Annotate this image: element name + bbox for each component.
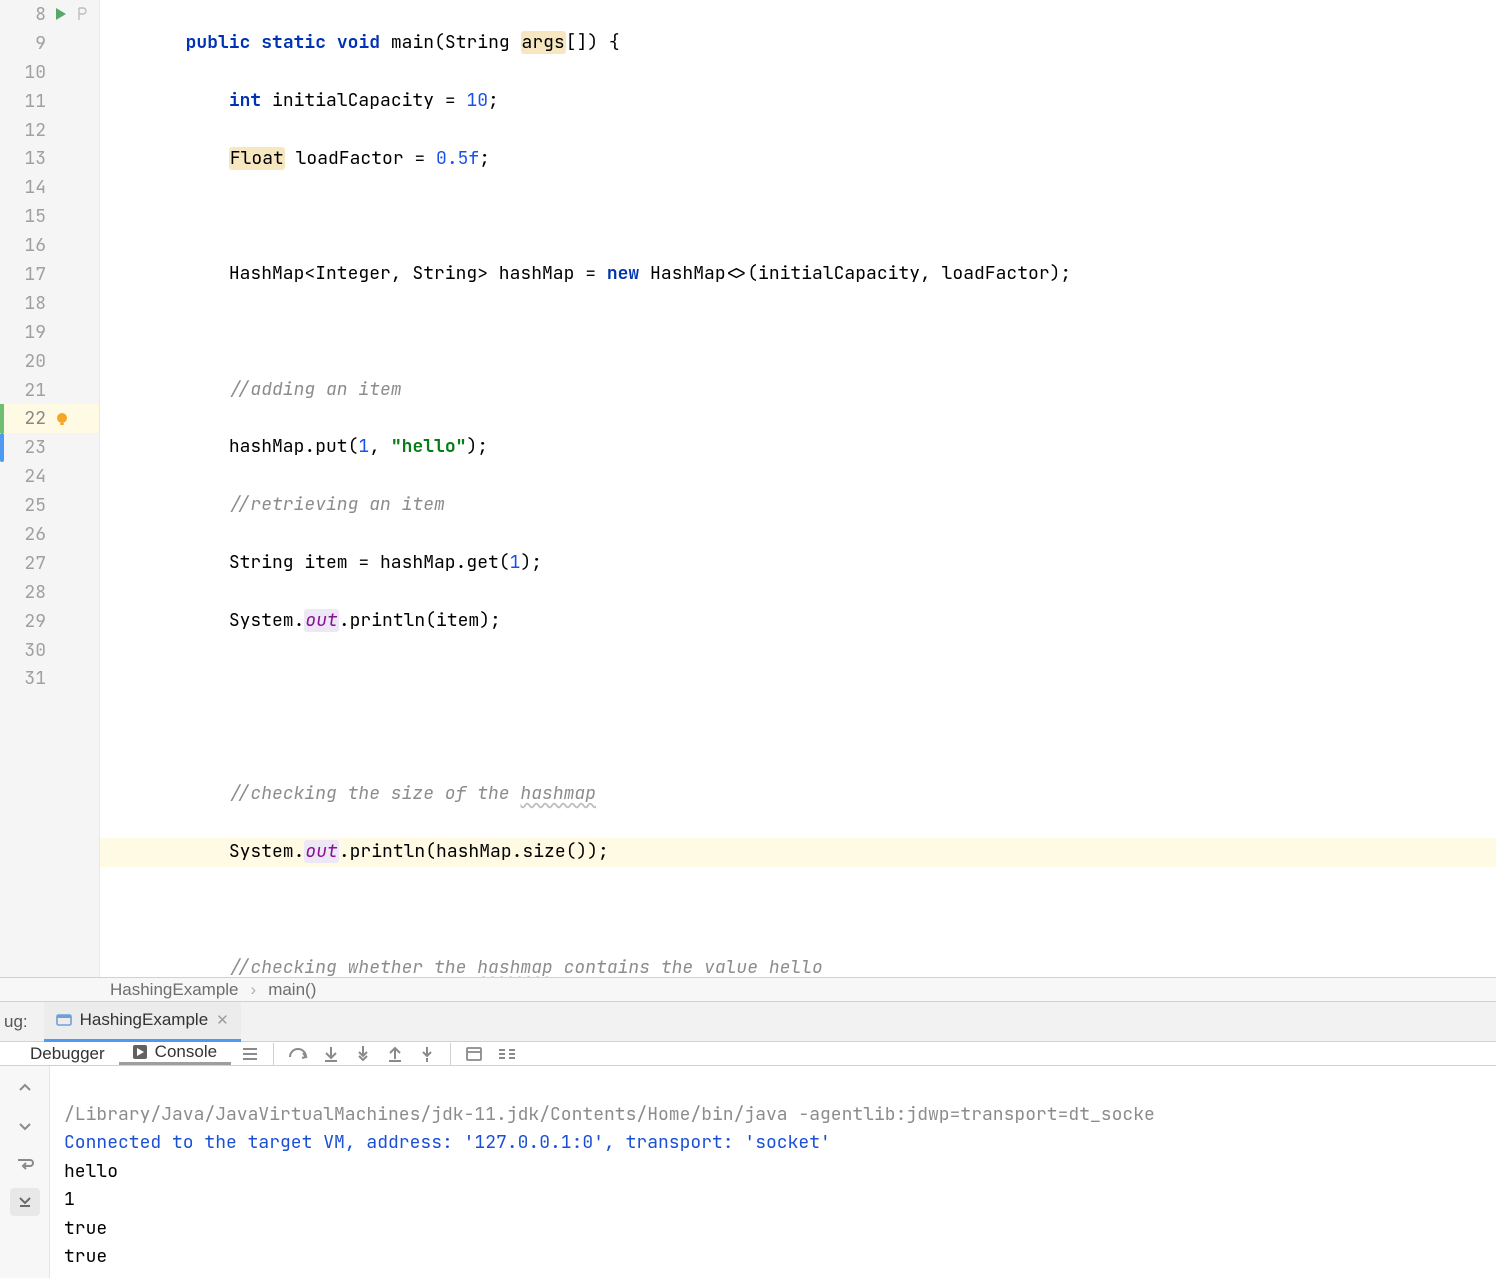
console-side-toolbar bbox=[0, 1066, 50, 1278]
line-number: 12 bbox=[0, 119, 52, 142]
vcs-modified-stripe bbox=[0, 404, 4, 433]
line-number: 27 bbox=[0, 552, 52, 575]
breadcrumb-class[interactable]: HashingExample bbox=[110, 980, 239, 1000]
line-number: 29 bbox=[0, 610, 52, 633]
breadcrumb-method[interactable]: main() bbox=[268, 980, 316, 1000]
code-content[interactable]: public static void main(String args[]) {… bbox=[100, 0, 1496, 977]
line-number: 16 bbox=[0, 234, 52, 257]
line-number: 13 bbox=[0, 147, 52, 170]
scroll-down-icon[interactable] bbox=[10, 1112, 40, 1140]
scroll-up-icon[interactable] bbox=[10, 1074, 40, 1102]
line-number: 24 bbox=[0, 465, 52, 488]
line-number: 23 bbox=[0, 436, 52, 459]
run-config-name: HashingExample bbox=[80, 1010, 209, 1030]
tab-debugger[interactable]: Debugger bbox=[16, 1042, 119, 1065]
breakpoint-stripe[interactable] bbox=[0, 433, 4, 462]
debug-tool-window[interactable]: ug: HashingExample ✕ Debugger Console bbox=[0, 1002, 1496, 1262]
line-number: 17 bbox=[0, 263, 52, 286]
line-number: 10 bbox=[0, 61, 52, 84]
step-into-icon[interactable] bbox=[322, 1045, 340, 1063]
console-stdout-line: true bbox=[64, 1245, 107, 1268]
line-number: 9 bbox=[0, 32, 52, 55]
breadcrumb[interactable]: HashingExample › main() bbox=[0, 977, 1496, 1002]
line-number: 20 bbox=[0, 350, 52, 373]
console-stdout-line: true bbox=[64, 1217, 107, 1240]
method-separator-icon bbox=[76, 7, 90, 21]
thread-dump-icon[interactable] bbox=[241, 1045, 259, 1063]
tab-label: Debugger bbox=[30, 1044, 105, 1064]
force-step-into-icon[interactable] bbox=[354, 1045, 372, 1063]
console-stdout-line: 1 bbox=[64, 1188, 75, 1211]
run-to-cursor-icon[interactable] bbox=[418, 1045, 436, 1063]
tab-console[interactable]: Console bbox=[119, 1042, 231, 1065]
trace-current-stream-chain-icon[interactable] bbox=[497, 1045, 517, 1063]
line-number: 30 bbox=[0, 639, 52, 662]
evaluate-expression-icon[interactable] bbox=[465, 1045, 483, 1063]
line-number: 28 bbox=[0, 581, 52, 604]
line-number: 15 bbox=[0, 205, 52, 228]
step-out-icon[interactable] bbox=[386, 1045, 404, 1063]
separator bbox=[450, 1043, 451, 1065]
scroll-to-end-icon[interactable] bbox=[10, 1188, 40, 1216]
console-play-icon bbox=[133, 1045, 147, 1059]
tool-window-title: ug: bbox=[4, 1012, 34, 1032]
line-number: 21 bbox=[0, 379, 52, 402]
line-number: 25 bbox=[0, 494, 52, 517]
line-number: 19 bbox=[0, 321, 52, 344]
run-gutter-icon[interactable] bbox=[54, 7, 68, 21]
chevron-right-icon: › bbox=[251, 980, 257, 1000]
intention-bulb-icon[interactable] bbox=[54, 411, 70, 427]
application-icon bbox=[56, 1012, 72, 1028]
editor-gutter[interactable]: 8 9 10 11 12 13 14 15 16 17 18 19 bbox=[0, 0, 100, 977]
console-output[interactable]: /Library/Java/JavaVirtualMachines/jdk-11… bbox=[50, 1066, 1496, 1278]
soft-wrap-icon[interactable] bbox=[10, 1150, 40, 1178]
close-icon[interactable]: ✕ bbox=[216, 1011, 229, 1029]
console-stdout-line: hello bbox=[64, 1160, 118, 1183]
step-over-icon[interactable] bbox=[288, 1045, 308, 1063]
line-number: 26 bbox=[0, 523, 52, 546]
console-info-line: Connected to the target VM, address: '12… bbox=[64, 1131, 831, 1154]
line-number: 11 bbox=[0, 90, 52, 113]
line-number: 14 bbox=[0, 176, 52, 199]
line-number: 18 bbox=[0, 292, 52, 315]
run-config-tab[interactable]: HashingExample ✕ bbox=[44, 1002, 241, 1042]
console-command-line: /Library/Java/JavaVirtualMachines/jdk-11… bbox=[64, 1103, 1155, 1126]
line-number: 22 bbox=[0, 407, 52, 430]
line-number: 31 bbox=[0, 667, 52, 690]
line-number: 8 bbox=[0, 3, 52, 26]
separator bbox=[273, 1043, 274, 1065]
code-editor[interactable]: 8 9 10 11 12 13 14 15 16 17 18 19 bbox=[0, 0, 1496, 977]
tab-label: Console bbox=[155, 1042, 217, 1062]
